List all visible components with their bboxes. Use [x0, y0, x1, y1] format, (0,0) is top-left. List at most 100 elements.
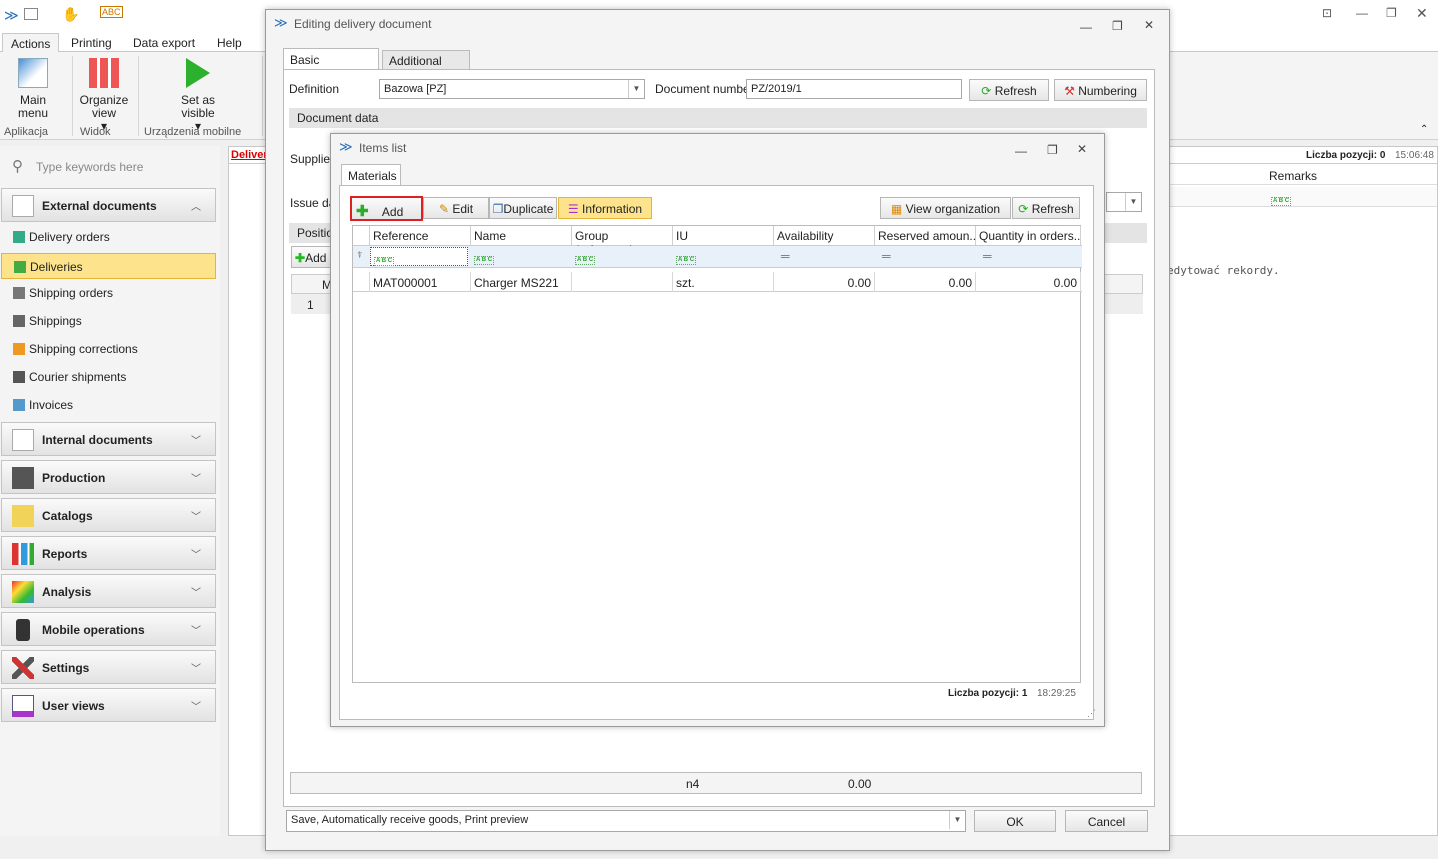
chevron-down-icon: ﹀ [191, 702, 201, 713]
document-number-input[interactable]: PZ/2019/1 [746, 79, 962, 99]
group-external-documents[interactable]: External documents ︿ [1, 188, 216, 222]
column-iu[interactable]: IU [673, 226, 774, 245]
tab-actions[interactable]: Actions [2, 33, 60, 53]
filter-group[interactable]: A B C [575, 250, 596, 265]
tab-printing[interactable]: Printing [63, 33, 120, 53]
close-icon[interactable]: ✕ [1144, 18, 1154, 32]
group-settings[interactable]: Settings ﹀ [1, 650, 216, 684]
sidebar-item-courier-shipments[interactable]: Courier shipments [1, 364, 216, 390]
items-dialog-title: ≫ Items list [331, 134, 1104, 160]
restore-icon[interactable]: ❐ [1112, 19, 1123, 33]
chevron-down-icon: ﹀ [191, 474, 201, 485]
abc-filter-icon: A B C [374, 257, 395, 266]
group-user-views[interactable]: User views ﹀ [1, 688, 216, 722]
column-reference[interactable]: Reference [370, 226, 471, 245]
definition-select[interactable]: Bazowa [PZ] ▼ [379, 79, 645, 99]
hand-icon[interactable]: ✋ [62, 6, 79, 23]
refresh-icon: ⟳ [981, 84, 992, 98]
organize-view-button[interactable]: Organize view ▾ [76, 58, 132, 133]
group-mobile-operations[interactable]: Mobile operations ﹀ [1, 612, 216, 646]
search-input[interactable]: ⚲ Type keywords here [6, 154, 216, 180]
plus-icon: ✚ [356, 203, 369, 220]
filter-iu[interactable]: A B C [676, 250, 697, 265]
duplicate-button[interactable]: ❐Duplicate [489, 197, 557, 219]
group-widok: Widok [80, 126, 111, 138]
numbering-button[interactable]: ⚒ Numbering [1054, 79, 1147, 101]
cell-availability: 0.00 [774, 272, 875, 292]
refresh-button[interactable]: ⟳ Refresh [969, 79, 1049, 101]
group-catalogs[interactable]: Catalogs ﹀ [1, 498, 216, 532]
column-reserved-amount[interactable]: Reserved amoun... [875, 226, 976, 245]
table-row[interactable]: MAT000001 Charger MS221 szt. 0.00 0.00 0… [353, 272, 1082, 292]
filter-availability[interactable]: ═ [781, 249, 790, 263]
time-label: 15:06:48 [1395, 150, 1434, 161]
row-indicator [353, 272, 370, 292]
column-availability[interactable]: Availability [774, 226, 875, 245]
group-label: Settings [42, 661, 90, 675]
information-button[interactable]: ☰ Information [558, 197, 652, 219]
filter-reference[interactable]: A B C [370, 247, 468, 266]
user-views-icon [12, 695, 34, 717]
filter-icon: ⍒ [357, 250, 363, 260]
shipping-icon [13, 315, 25, 327]
bar-chart-icon [12, 543, 34, 565]
abc-icon[interactable]: ABC [100, 6, 123, 18]
abc-filter-icon: A B C [676, 256, 697, 265]
set-as-visible-button[interactable]: Set as visible ▾ [168, 58, 228, 133]
group-reports[interactable]: Reports ﹀ [1, 536, 216, 570]
tab-data-export[interactable]: Data export [125, 33, 203, 53]
sidebar-item-invoices[interactable]: Invoices [1, 392, 216, 418]
plane-icon [13, 371, 25, 383]
minimize-icon[interactable]: — [1015, 144, 1027, 158]
edit-button[interactable]: ✎ Edit [423, 197, 489, 219]
filter-reserved[interactable]: ═ [882, 249, 891, 263]
item-label: Invoices [29, 398, 74, 412]
tab-basic-information[interactable]: Basic information [283, 48, 379, 81]
column-quantity-in-orders[interactable]: Quantity in orders... [976, 226, 1081, 245]
group-internal-documents[interactable]: Internal documents ﹀ [1, 422, 216, 456]
filter-quantity[interactable]: ═ [983, 249, 992, 263]
issue-date-dropdown[interactable]: ▼ [1106, 192, 1142, 212]
save-options-select[interactable]: Save, Automatically receive goods, Print… [286, 810, 966, 832]
sidebar-item-delivery-orders[interactable]: Delivery orders [1, 224, 216, 250]
resize-grip-icon[interactable]: ⋰ [1087, 708, 1096, 719]
ok-button[interactable]: OK [974, 810, 1056, 832]
catalog-icon [12, 505, 34, 527]
restore-icon[interactable]: ❐ [1047, 143, 1058, 157]
column-name[interactable]: Name [471, 226, 572, 245]
group-production[interactable]: Production ﹀ [1, 460, 216, 494]
close-icon[interactable]: ✕ [1416, 5, 1428, 22]
sidebar-item-shipping-orders[interactable]: Shipping orders [1, 280, 216, 306]
tab-help[interactable]: Help [209, 33, 250, 53]
sidebar-item-shippings[interactable]: Shippings [1, 308, 216, 334]
layout-icon[interactable] [24, 8, 38, 20]
column-group[interactable]: Group (reference) [572, 226, 673, 257]
tab-additional-data[interactable]: Additional data [382, 50, 470, 82]
restore-icon[interactable]: ❐ [1386, 6, 1397, 20]
main-menu-icon [18, 58, 48, 88]
refresh-button[interactable]: ⟳ Refresh [1012, 197, 1080, 219]
minimize-icon[interactable]: — [1356, 6, 1368, 20]
cancel-button[interactable]: Cancel [1065, 810, 1148, 832]
chevron-down-icon: ﹀ [191, 664, 201, 675]
tab-materials[interactable]: Materials [341, 164, 401, 186]
screenshot-icon[interactable]: ⊡ [1322, 6, 1332, 20]
view-organization-label: View organization [905, 202, 1001, 216]
group-label: External documents [42, 199, 157, 213]
sidebar-item-deliveries[interactable]: Deliveries [1, 253, 216, 279]
group-label: Catalogs [42, 509, 93, 523]
filter-name[interactable]: A B C [474, 250, 495, 265]
definition-label: Definition [289, 82, 340, 96]
dialog-title-text: Editing delivery document [294, 17, 432, 31]
view-organization-button[interactable]: ▦ View organization [880, 197, 1011, 219]
sidebar-item-shipping-corrections[interactable]: Shipping corrections [1, 336, 216, 362]
abc-filter-icon: A B C [474, 256, 495, 265]
play-icon [186, 58, 210, 88]
group-analysis[interactable]: Analysis ﹀ [1, 574, 216, 608]
collapse-ribbon-icon[interactable]: ⌃ [1420, 124, 1428, 135]
main-menu-button[interactable]: Main menu [4, 58, 62, 120]
chevron-down-icon: ﹀ [191, 588, 201, 599]
minimize-icon[interactable]: — [1080, 20, 1092, 34]
add-button[interactable]: ✚ Add [350, 196, 423, 221]
close-icon[interactable]: ✕ [1077, 142, 1087, 156]
